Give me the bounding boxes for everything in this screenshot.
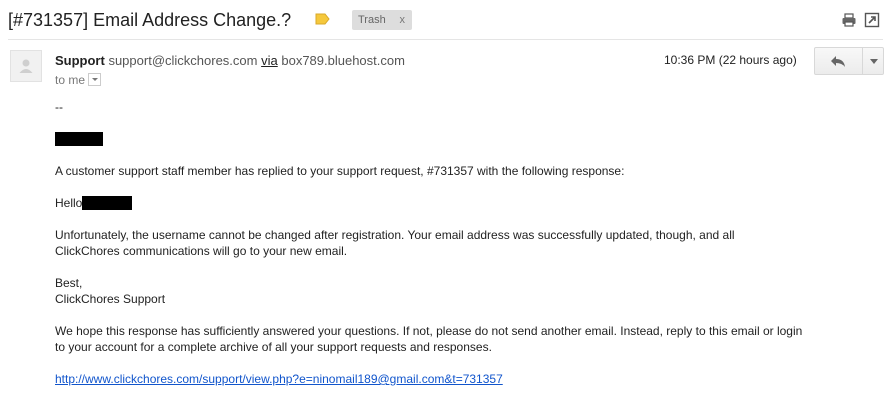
- remove-label-icon[interactable]: x: [400, 10, 406, 30]
- reply-icon[interactable]: [830, 54, 846, 68]
- notice-para-line1: We hope this response has sufficiently a…: [55, 324, 803, 338]
- intro-line: A customer support staff member has repl…: [55, 164, 625, 178]
- sender-line: Support support@clickchores.com via box7…: [55, 53, 405, 68]
- notice-para-line2: to your account for a complete archive o…: [55, 340, 492, 354]
- chevron-down-icon[interactable]: [88, 73, 102, 86]
- closing-signature: ClickChores Support: [55, 292, 166, 306]
- trash-label-chip[interactable]: Trash x: [352, 10, 412, 30]
- support-link[interactable]: http://www.clickchores.com/support/view.…: [55, 372, 503, 386]
- closing: Best,: [55, 276, 83, 290]
- email-timestamp: 10:36 PM (22 hours ago): [664, 53, 797, 67]
- sender-name[interactable]: Support: [55, 53, 105, 68]
- email-subject: [#731357] Email Address Change.?: [8, 10, 292, 30]
- print-icon[interactable]: [841, 12, 857, 28]
- reply-button-group: [814, 47, 884, 75]
- trash-label: Trash: [358, 14, 386, 26]
- sender-host: box789.bluehost.com: [281, 53, 405, 68]
- header-divider: [8, 39, 883, 40]
- response-para-line2: ClickChores communications will go to yo…: [55, 244, 348, 258]
- email-view: [#731357] Email Address Change.? Trash x…: [0, 0, 891, 409]
- avatar: [10, 50, 42, 82]
- recipient-line: to me: [55, 73, 102, 87]
- response-para-line1: Unfortunately, the username cannot be ch…: [55, 228, 735, 242]
- new-window-icon[interactable]: [864, 12, 880, 28]
- via-link[interactable]: via: [261, 53, 278, 68]
- signature-dash: --: [55, 100, 63, 114]
- sender-email: support@clickchores.com: [108, 53, 258, 68]
- button-separator: [862, 48, 863, 74]
- label-tag-icon[interactable]: [315, 13, 330, 25]
- avatar-icon: [19, 59, 33, 73]
- more-options-icon[interactable]: [870, 59, 878, 64]
- email-body: -- A customer support staff member has r…: [55, 99, 885, 387]
- redacted-name: [82, 196, 133, 210]
- redacted-block: [55, 132, 103, 146]
- greeting: Hello: [55, 196, 83, 210]
- recipient-label: to me: [55, 73, 86, 87]
